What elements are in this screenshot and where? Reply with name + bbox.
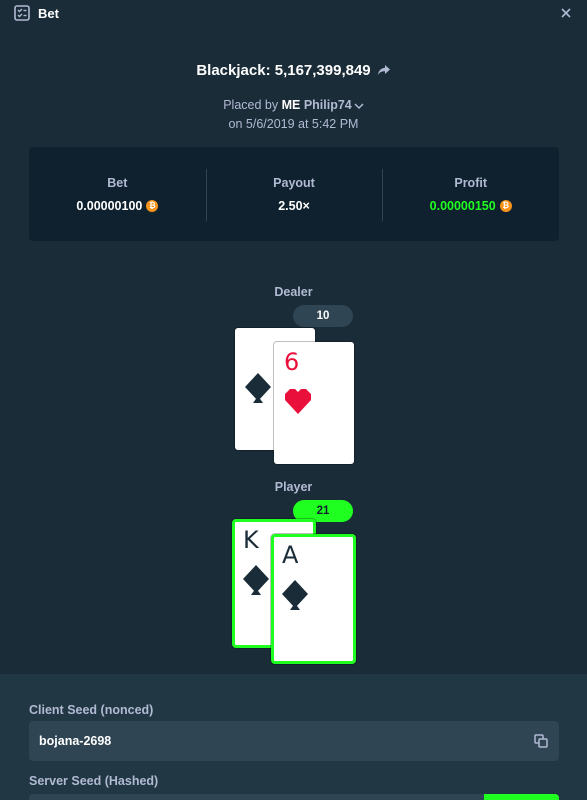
card-rank: A xyxy=(282,541,299,569)
modal-title: Bet xyxy=(38,5,59,21)
client-seed-field[interactable]: bojana-2698 xyxy=(29,721,559,761)
me-badge: ME xyxy=(281,98,301,112)
card-rank: K xyxy=(243,526,259,554)
chevron-down-icon[interactable] xyxy=(354,99,364,113)
card-rank: 6 xyxy=(284,348,300,376)
dealer-card-2: 6 xyxy=(274,342,354,464)
server-seed-label: Server Seed (Hashed) xyxy=(29,774,159,788)
bet-modal: Bet Blackjack: 5,167,399,849 Placed by M… xyxy=(0,0,587,800)
heart-icon xyxy=(282,386,314,421)
stat-payout: Payout 2.50× xyxy=(205,147,383,241)
game-title: Blackjack: 5,167,399,849 xyxy=(0,62,587,80)
bet-date: on 5/6/2019 at 5:42 PM xyxy=(228,117,359,131)
client-seed-label: Client Seed (nonced) xyxy=(29,703,154,717)
player-label: Player xyxy=(274,480,313,494)
close-icon[interactable] xyxy=(559,6,573,20)
spade-icon xyxy=(243,372,273,409)
stat-bet: Bet 0.00000100 ₿ xyxy=(29,147,206,241)
bet-stats-panel: Bet 0.00000100 ₿ Payout 2.50× Profit 0.0… xyxy=(29,147,559,241)
fairness-section: Client Seed (nonced) bojana-2698 Server … xyxy=(0,674,587,800)
stat-bet-value: 0.00000100 ₿ xyxy=(76,198,159,213)
placed-by-prefix: Placed by xyxy=(223,98,282,112)
copy-icon[interactable] xyxy=(533,733,549,749)
stat-profit: Profit 0.00000150 ₿ xyxy=(382,147,559,241)
server-seed-field[interactable] xyxy=(29,794,559,800)
player-card-2: A xyxy=(271,534,356,664)
username-link[interactable]: Philip74 xyxy=(304,98,352,112)
spade-icon xyxy=(280,579,310,616)
reveal-seed-button[interactable] xyxy=(484,794,559,800)
dealer-score-badge: 10 xyxy=(293,305,353,327)
profit-amount: 0.00000150 xyxy=(429,198,496,213)
bitcoin-icon: ₿ xyxy=(499,199,512,212)
share-icon[interactable] xyxy=(377,63,391,80)
client-seed-value: bojana-2698 xyxy=(39,734,112,748)
bet-slip-icon xyxy=(14,5,30,21)
spade-icon xyxy=(241,564,271,601)
game-title-text: Blackjack: 5,167,399,849 xyxy=(196,62,371,79)
stat-payout-label: Payout xyxy=(273,175,315,190)
card-rank: 4 xyxy=(245,334,261,362)
placed-by: Placed by ME Philip74 xyxy=(0,98,587,113)
stat-bet-label: Bet xyxy=(107,175,128,190)
stat-payout-value: 2.50× xyxy=(278,198,310,213)
bitcoin-icon: ₿ xyxy=(146,199,159,212)
dealer-label: Dealer xyxy=(274,285,313,299)
stat-profit-value: 0.00000150 ₿ xyxy=(430,199,512,213)
modal-header: Bet xyxy=(0,0,587,26)
stat-profit-label: Profit xyxy=(454,175,487,190)
bet-amount: 0.00000100 xyxy=(76,198,143,213)
